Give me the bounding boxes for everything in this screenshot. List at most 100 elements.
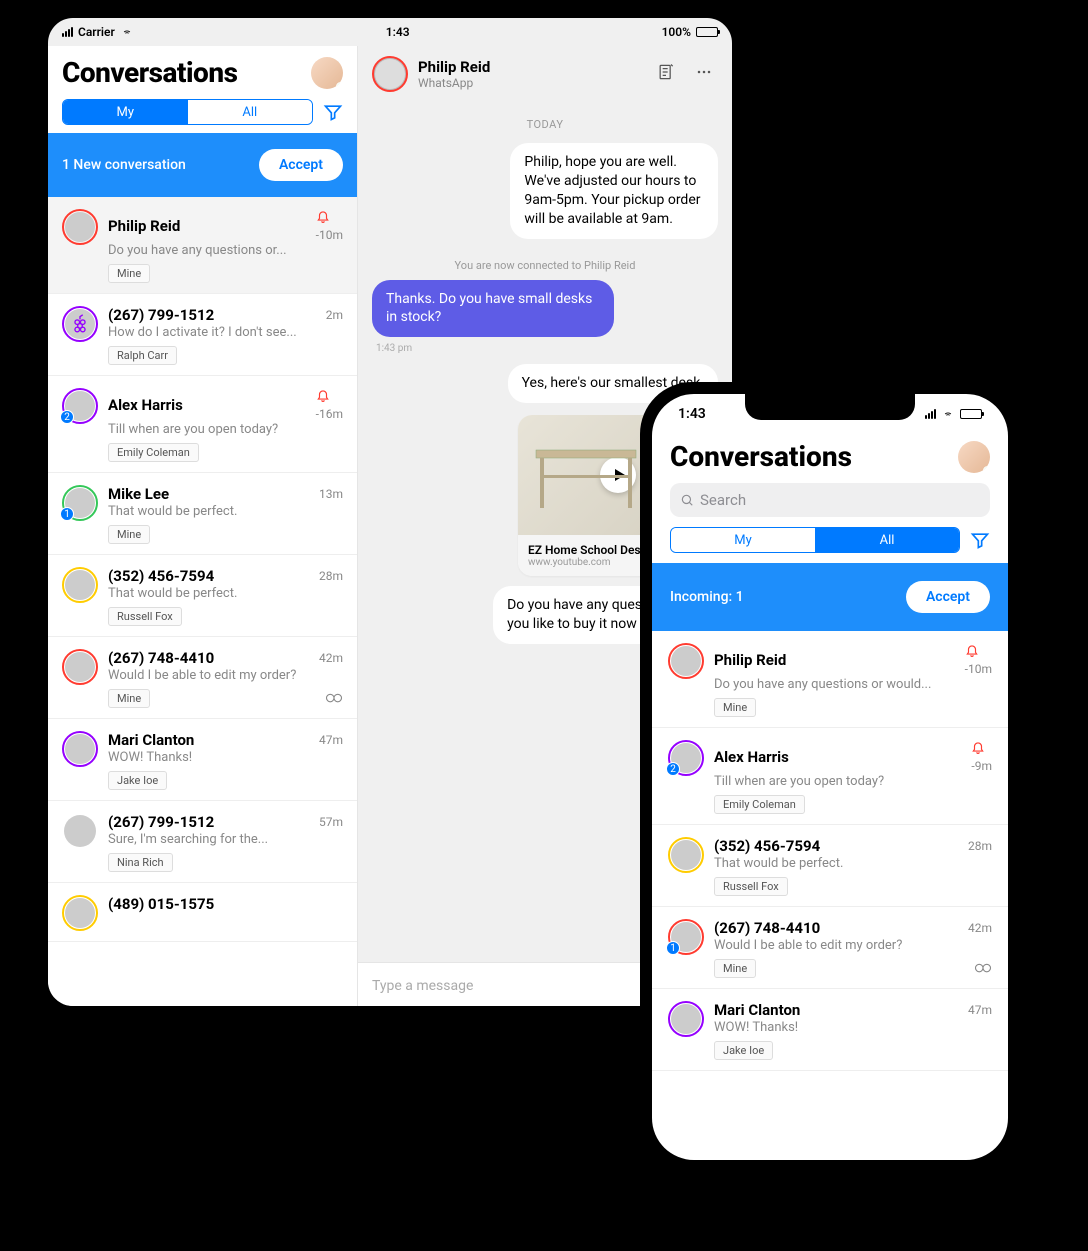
conversation-name: Alex Harris: [714, 748, 789, 766]
status-time: 1:43: [386, 25, 410, 39]
conversation-item[interactable]: Mari Clanton47mWOW! Thanks!Jake Ioe: [652, 989, 1008, 1071]
conversation-avatar: [668, 643, 704, 679]
note-icon[interactable]: [652, 58, 680, 90]
tab-my[interactable]: My: [63, 100, 188, 124]
chat-source: WhatsApp: [418, 76, 642, 90]
conversation-name: Mari Clanton: [714, 1001, 800, 1019]
search-input[interactable]: [700, 491, 980, 509]
conversation-name: (489) 015-1575: [108, 895, 214, 913]
conversation-item[interactable]: (352) 456-759428mThat would be perfect.R…: [652, 825, 1008, 907]
conversation-meta: 2m: [326, 308, 343, 322]
accept-button[interactable]: Accept: [259, 149, 343, 181]
conversation-preview: Till when are you open today?: [714, 774, 992, 789]
conversation-item[interactable]: (489) 015-1575: [48, 883, 357, 942]
conversation-preview: WOW! Thanks!: [108, 750, 343, 765]
conversation-avatar: [62, 567, 98, 603]
filter-icon[interactable]: [970, 530, 990, 550]
conversation-list[interactable]: Philip Reid-10mDo you have any questions…: [48, 197, 357, 1006]
conversation-item[interactable]: Philip Reid-10mDo you have any questions…: [48, 197, 357, 294]
conversation-name: (267) 748-4410: [714, 919, 820, 937]
banner-text: Incoming: 1: [670, 589, 744, 605]
conversation-preview: Would I be able to edit my order?: [108, 668, 343, 683]
page-title: Conversations: [62, 56, 237, 89]
tab-my[interactable]: My: [671, 528, 815, 552]
conversation-item[interactable]: 2Alex Harris-16mTill when are you open t…: [48, 376, 357, 473]
conversation-meta: 42m: [968, 921, 992, 935]
conversation-item[interactable]: Philip Reid-10mDo you have any questions…: [652, 631, 1008, 728]
conversation-meta: 13m: [319, 487, 343, 501]
conversation-name: (267) 748-4410: [108, 649, 214, 667]
battery-label: 100%: [662, 25, 691, 39]
conversation-name: Philip Reid: [108, 217, 180, 235]
conversation-avatar: [62, 731, 98, 767]
merge-icon: [974, 962, 992, 974]
conversation-name: Mari Clanton: [108, 731, 194, 749]
filter-icon[interactable]: [323, 102, 343, 122]
conversation-preview: How do I activate it? I don't see...: [108, 325, 343, 340]
conversation-preview: Do you have any questions or would...: [714, 677, 992, 692]
merge-icon: [325, 692, 343, 704]
tabs-segmented: My All: [670, 527, 960, 553]
conversation-name: (267) 799-1512: [108, 306, 214, 324]
agent-chip: Mine: [108, 264, 150, 283]
search-icon: [680, 493, 694, 507]
message-out: Thanks. Do you have small desks in stock…: [372, 280, 614, 338]
conversation-avatar: [62, 306, 98, 342]
conversation-preview: Till when are you open today?: [108, 422, 343, 437]
status-time: 1:43: [678, 406, 706, 422]
conversation-item[interactable]: (267) 799-1512 2m How do I activate it? I …: [48, 294, 357, 376]
conversation-avatar: [62, 895, 98, 931]
conversation-item[interactable]: Mari Clanton 47m WOW! Thanks! Jake Ioe: [48, 719, 357, 801]
unread-badge: 2: [60, 410, 74, 424]
conversation-item[interactable]: (267) 748-4410 42m Would I be able to edit…: [48, 637, 357, 719]
conversation-avatar: [668, 837, 704, 873]
bell-icon: [316, 209, 330, 223]
conversation-item[interactable]: (267) 799-151257mSure, I'm searching for…: [48, 801, 357, 883]
profile-avatar[interactable]: [311, 57, 343, 89]
status-bar: Carrier 1:43 100%: [48, 18, 732, 46]
tab-all[interactable]: All: [815, 528, 959, 552]
ipad-screen: Carrier 1:43 100% Conversations: [48, 18, 732, 1006]
agent-chip: Emily Coleman: [108, 443, 199, 462]
conversation-preview: That would be perfect.: [108, 586, 343, 601]
chat-avatar[interactable]: [372, 56, 408, 92]
agent-chip: Mine: [714, 698, 756, 717]
conversation-meta: 47m: [968, 1003, 992, 1017]
conversation-meta: -10m: [965, 643, 992, 676]
conversation-avatar: 1: [668, 919, 704, 955]
bell-icon: [965, 643, 979, 657]
tab-all[interactable]: All: [188, 100, 313, 124]
accept-button[interactable]: Accept: [906, 581, 990, 613]
conversation-avatar: 2: [668, 740, 704, 776]
conversation-preview: That would be perfect.: [108, 504, 343, 519]
conversation-preview: Do you have any questions or...: [108, 243, 343, 258]
conversation-item[interactable]: 1(267) 748-441042mWould I be able to edi…: [652, 907, 1008, 989]
carrier-label: Carrier: [78, 25, 115, 39]
conversation-preview: Sure, I'm searching for the...: [108, 832, 343, 847]
conversation-item[interactable]: 2Alex Harris-9mTill when are you open to…: [652, 728, 1008, 825]
iphone-device: 1:43 Conversations My: [640, 382, 1020, 1172]
agent-chip: Jake Ioe: [108, 771, 167, 790]
conversation-list[interactable]: Philip Reid-10mDo you have any questions…: [652, 631, 1008, 1160]
conversation-meta: 47m: [319, 733, 343, 747]
new-conversation-banner: 1 New conversation Accept: [48, 133, 357, 197]
search-field[interactable]: [670, 483, 990, 517]
conversation-meta: 28m: [319, 569, 343, 583]
conversation-item[interactable]: 1Mike Lee13mThat would be perfect.Mine: [48, 473, 357, 555]
agent-chip: Nina Rich: [108, 853, 173, 872]
agent-chip: Emily Coleman: [714, 795, 805, 814]
conversation-avatar: [62, 649, 98, 685]
conversation-avatar: 1: [62, 485, 98, 521]
conversation-avatar: [62, 209, 98, 245]
conversation-meta: 42m: [319, 651, 343, 665]
agent-chip: Russell Fox: [108, 607, 182, 626]
unread-badge: 2: [666, 762, 680, 776]
profile-avatar[interactable]: [958, 441, 990, 473]
cellular-icon: [925, 409, 936, 419]
conversation-preview: WOW! Thanks!: [714, 1020, 992, 1035]
unread-badge: 1: [60, 507, 74, 521]
agent-chip: Russell Fox: [714, 877, 788, 896]
more-icon[interactable]: [690, 58, 718, 90]
conversation-item[interactable]: (352) 456-759428mThat would be perfect.R…: [48, 555, 357, 637]
system-message: You are now connected to Philip Reid: [372, 259, 718, 272]
